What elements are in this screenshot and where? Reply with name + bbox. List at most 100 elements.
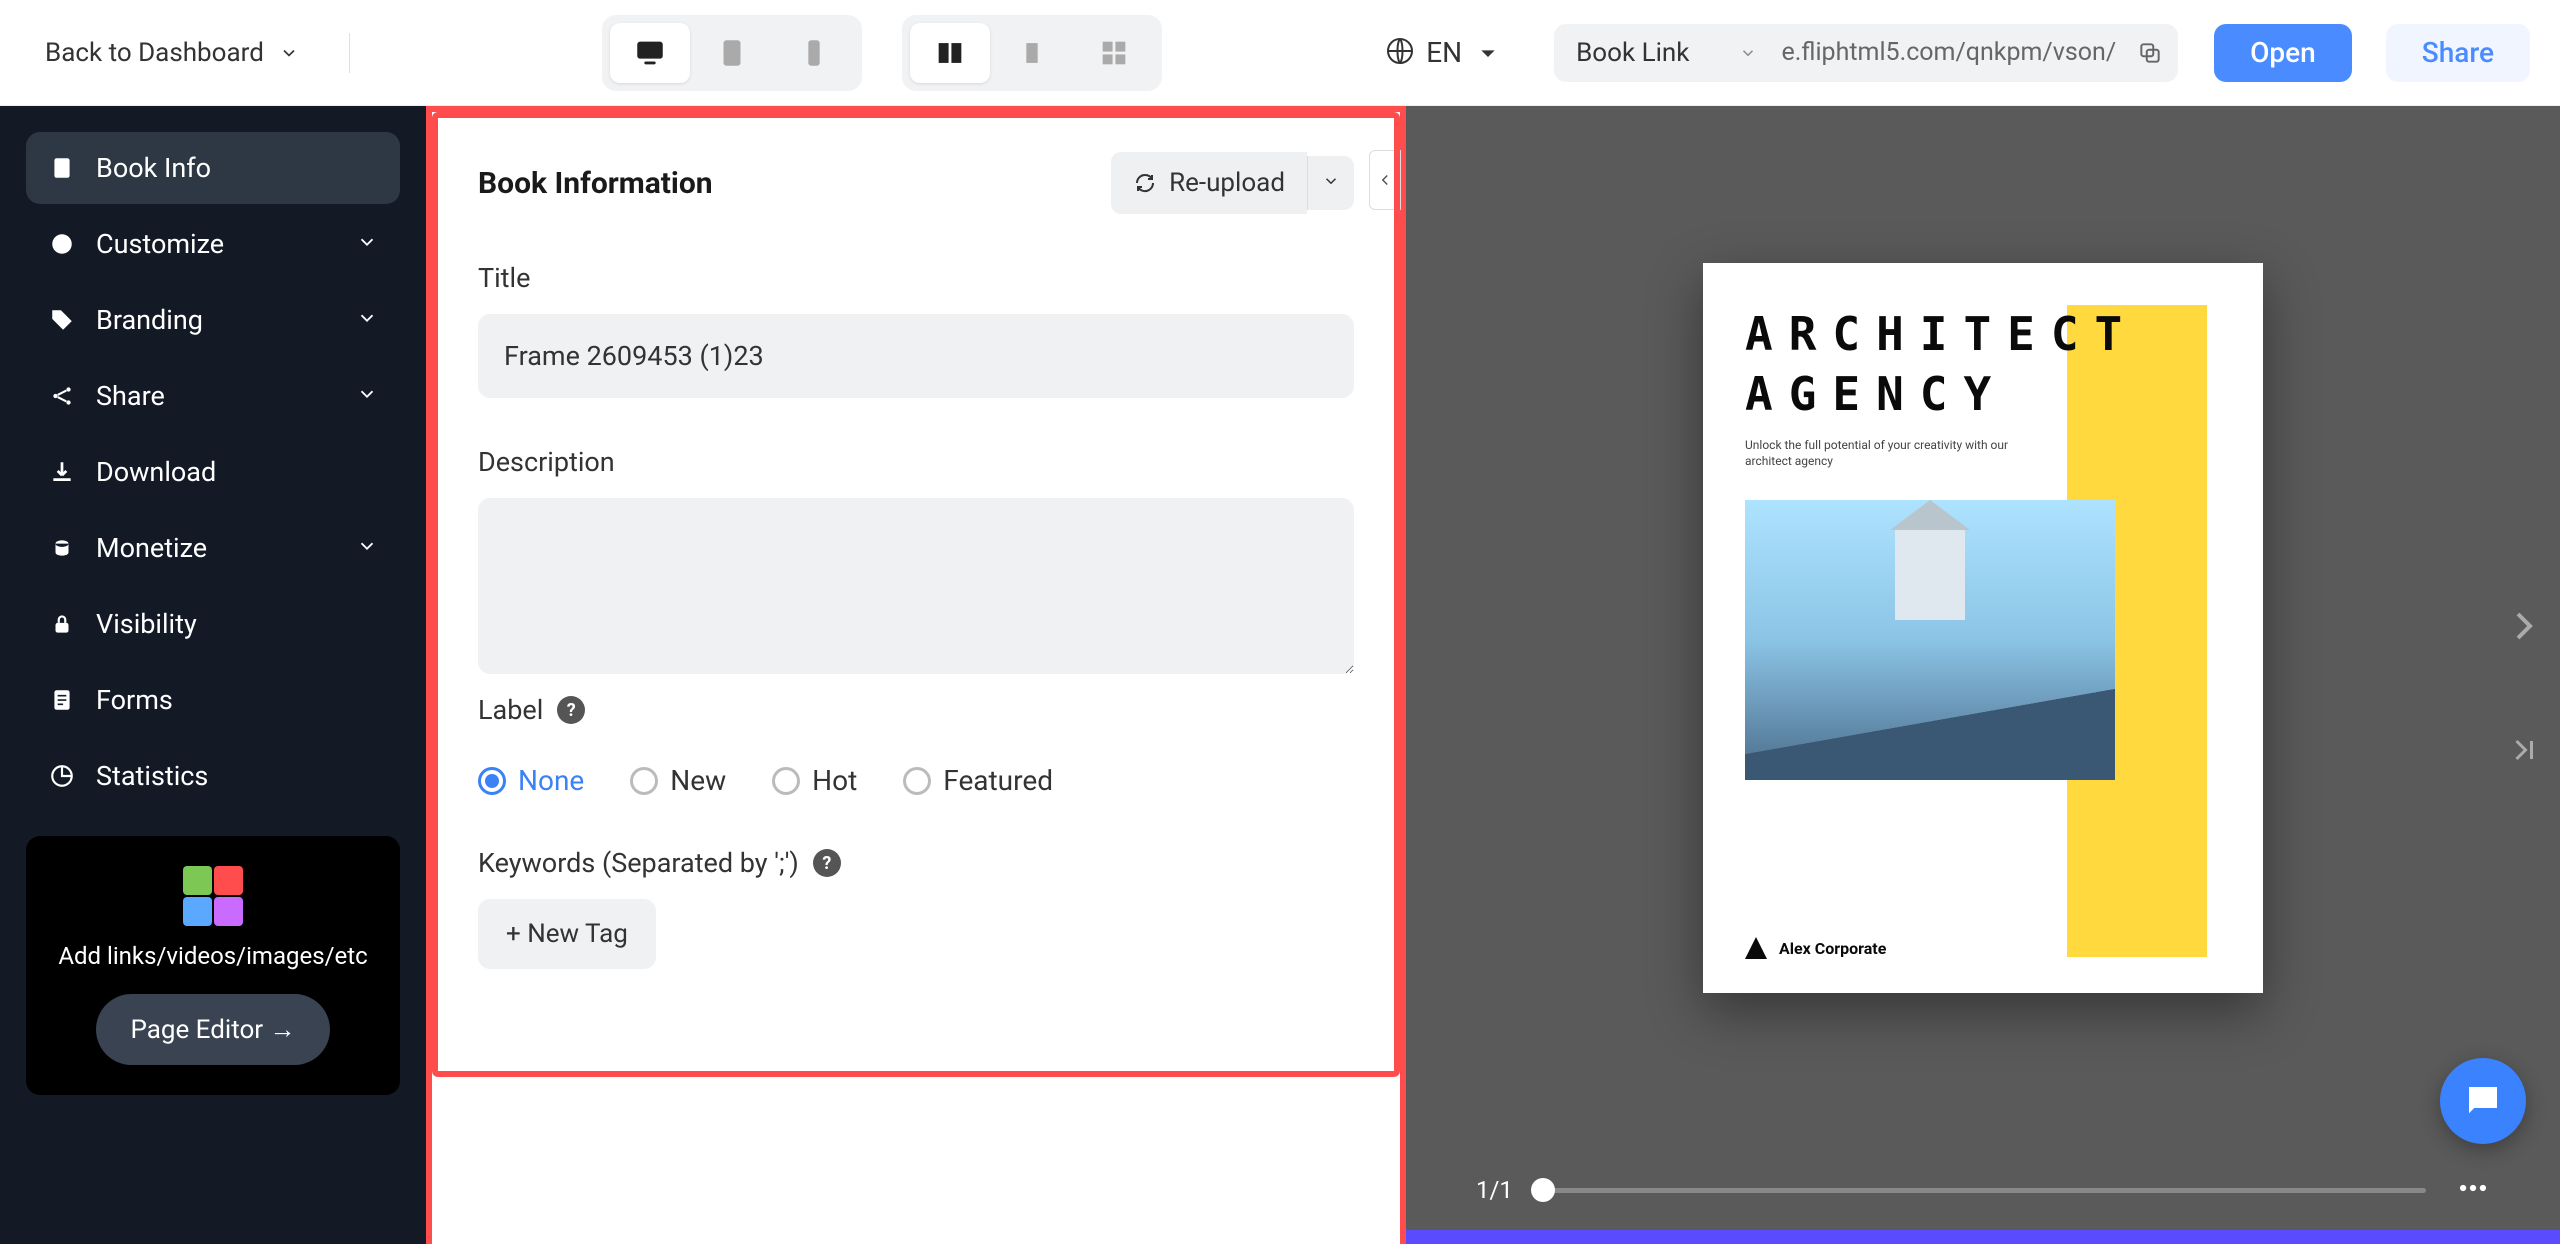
link-type-select[interactable]: Book Link <box>1576 38 1767 68</box>
refresh-icon <box>1133 171 1157 195</box>
promo-text: Add links/videos/images/etc <box>46 942 380 970</box>
desktop-view-button[interactable] <box>610 23 690 83</box>
keywords-label: Keywords (Separated by ';') <box>478 847 799 879</box>
chat-icon <box>2462 1080 2504 1122</box>
tablet-view-button[interactable] <box>692 23 772 83</box>
sidebar-item-visibility[interactable]: Visibility <box>26 588 400 660</box>
page-slider[interactable] <box>1543 1188 2426 1193</box>
caret-down-icon <box>1472 37 1504 69</box>
sidebar-item-label: Statistics <box>96 760 378 792</box>
book-brand: Alex Corporate <box>1779 939 1886 958</box>
back-to-dashboard[interactable]: Back to Dashboard <box>30 38 299 68</box>
sidebar-item-branding[interactable]: Branding <box>26 284 400 356</box>
sidebar-item-statistics[interactable]: Statistics <box>26 740 400 812</box>
link-url: e.fliphtml5.com/qnkpm/vson/ <box>1771 38 2126 67</box>
book-cover[interactable]: ARCHITECT AGENCY Unlock the full potenti… <box>1703 263 2263 993</box>
radio-icon <box>630 767 658 795</box>
tag-icon <box>48 306 76 334</box>
share-button[interactable]: Share <box>2386 24 2530 82</box>
panel-heading: Book Information <box>478 166 713 201</box>
page-editor-button[interactable]: Page Editor → <box>96 994 329 1065</box>
share-icon <box>48 382 76 410</box>
reupload-dropdown[interactable] <box>1307 156 1354 210</box>
brand-logo-icon <box>1745 937 1767 959</box>
chevron-down-icon <box>356 532 378 564</box>
sidebar-item-label: Visibility <box>96 608 378 640</box>
slide-view-button[interactable] <box>1074 23 1154 83</box>
single-page-button[interactable] <box>992 23 1072 83</box>
book-title-line2: AGENCY <box>1745 365 2263 425</box>
slider-thumb[interactable] <box>1531 1178 1555 1202</box>
add-tag-button[interactable]: + New Tag <box>478 899 656 969</box>
palette-icon <box>48 230 76 258</box>
radio-label: Featured <box>943 764 1053 797</box>
page-indicator: 1/1 <box>1476 1176 1513 1204</box>
label-radio-hot[interactable]: Hot <box>772 764 857 797</box>
reupload-label: Re-upload <box>1169 168 1285 198</box>
label-radio-new[interactable]: New <box>630 764 726 797</box>
description-input[interactable] <box>478 498 1354 674</box>
layout-group <box>902 15 1162 91</box>
more-options-button[interactable] <box>2456 1171 2490 1209</box>
download-icon <box>48 458 76 486</box>
copy-icon <box>2137 40 2163 66</box>
reupload-button[interactable]: Re-upload <box>1111 152 1307 214</box>
sidebar-item-label: Book Info <box>96 152 378 184</box>
open-button[interactable]: Open <box>2214 24 2352 82</box>
upgrade-banner[interactable] <box>1406 1230 2560 1244</box>
money-icon <box>48 534 76 562</box>
copy-link-button[interactable] <box>2130 33 2170 73</box>
lock-icon <box>48 610 76 638</box>
chevron-down-icon <box>356 380 378 412</box>
label-radio-featured[interactable]: Featured <box>903 764 1053 797</box>
sidebar-item-monetize[interactable]: Monetize <box>26 512 400 584</box>
sidebar-item-label: Branding <box>96 304 336 336</box>
back-label: Back to Dashboard <box>45 38 264 68</box>
label-radio-none[interactable]: None <box>478 764 584 797</box>
sidebar-item-customize[interactable]: Customize <box>26 208 400 280</box>
top-header: Back to Dashboard EN <box>0 0 2560 106</box>
device-view-group <box>602 15 862 91</box>
radio-icon <box>903 767 931 795</box>
sidebar: Book Info Customize Branding Share Downl… <box>0 106 426 1244</box>
language-label: EN <box>1426 36 1462 69</box>
book-preview: ARCHITECT AGENCY Unlock the full potenti… <box>1406 106 2560 1244</box>
preview-stage: ARCHITECT AGENCY Unlock the full potenti… <box>1406 106 2560 1150</box>
chevron-right-icon <box>2500 602 2548 650</box>
chevron-down-icon <box>279 43 299 63</box>
description-label: Description <box>478 446 1354 478</box>
chevron-down-icon <box>356 228 378 260</box>
divider <box>349 33 350 73</box>
title-input[interactable] <box>478 314 1354 398</box>
skip-end-icon <box>2506 732 2542 768</box>
label-radio-group: None New Hot Featured <box>478 764 1354 797</box>
help-icon[interactable]: ? <box>813 849 841 877</box>
sidebar-item-share[interactable]: Share <box>26 360 400 432</box>
radio-icon <box>772 767 800 795</box>
chevron-down-icon <box>1322 172 1340 190</box>
last-page-button[interactable] <box>2506 732 2542 772</box>
sidebar-item-book-info[interactable]: Book Info <box>26 132 400 204</box>
chat-support-button[interactable] <box>2440 1058 2526 1144</box>
more-horizontal-icon <box>2456 1171 2490 1205</box>
book-info-panel: Book Information Re-upload Title Descrip… <box>426 106 1406 1244</box>
help-icon[interactable]: ? <box>557 696 585 724</box>
collapse-panel-button[interactable] <box>1369 150 1401 210</box>
preview-controls: 1/1 <box>1406 1150 2560 1230</box>
book-cover-image <box>1745 500 2115 780</box>
double-page-button[interactable] <box>910 23 990 83</box>
sidebar-item-download[interactable]: Download <box>26 436 400 508</box>
language-selector[interactable]: EN <box>1384 35 1504 71</box>
sidebar-item-label: Share <box>96 380 336 412</box>
sidebar-item-label: Forms <box>96 684 378 716</box>
title-label: Title <box>478 262 1354 294</box>
chart-icon <box>48 762 76 790</box>
sidebar-item-forms[interactable]: Forms <box>26 664 400 736</box>
book-title-line1: ARCHITECT <box>1745 305 2263 365</box>
radio-icon <box>478 767 506 795</box>
next-page-button[interactable] <box>2500 602 2548 654</box>
chevron-left-icon <box>1376 171 1394 189</box>
radio-label: Hot <box>812 764 857 797</box>
book-link-group: Book Link e.fliphtml5.com/qnkpm/vson/ <box>1554 24 2178 82</box>
mobile-view-button[interactable] <box>774 23 854 83</box>
